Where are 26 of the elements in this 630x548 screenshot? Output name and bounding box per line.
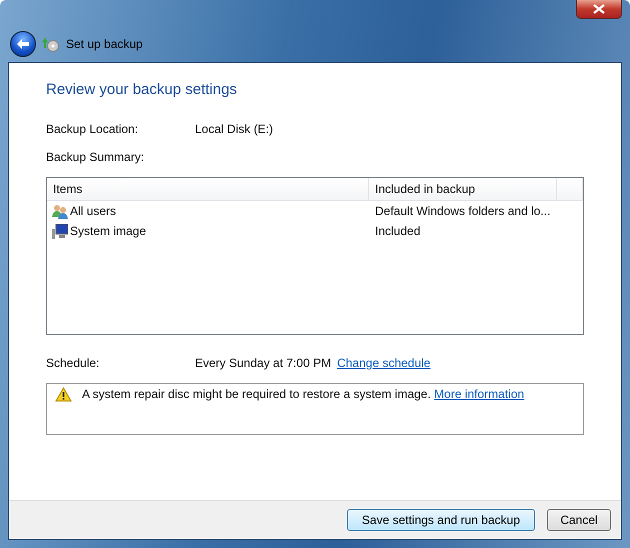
backup-icon (42, 36, 60, 52)
column-header[interactable]: Items (47, 178, 369, 200)
section-label: Backup Summary: (46, 150, 144, 164)
field-value: Local Disk (E:) (195, 122, 274, 136)
column-header[interactable]: Included in backup (369, 178, 557, 200)
table-cell: All users (70, 204, 116, 218)
save-button[interactable]: Save settings and run backup (346, 509, 535, 531)
warning-icon (55, 387, 72, 402)
more-information-link[interactable]: More information (434, 387, 524, 401)
back-button[interactable] (10, 31, 36, 57)
field-label: Backup Location: (46, 122, 140, 136)
computer-icon (52, 224, 68, 238)
table-cell-text: Included (374, 224, 422, 238)
field-label: Schedule: (46, 356, 100, 370)
users-icon (52, 204, 68, 218)
table-cell-text: Default Windows folders and lo... (374, 204, 552, 218)
close-button[interactable] (576, 0, 622, 19)
window-title: Set up backup (66, 37, 143, 51)
warning-message: A system repair disc might be required to restore a system image. More information (82, 387, 524, 401)
table-cell: System image (70, 224, 146, 238)
close-icon (593, 4, 605, 14)
back-arrow-icon (16, 38, 30, 50)
page-heading: Review your backup settings (46, 81, 238, 98)
cancel-button[interactable]: Cancel (547, 509, 611, 531)
field-value: Every Sunday at 7:00 PM (195, 356, 332, 370)
change-schedule-link[interactable]: Change schedule (337, 356, 430, 370)
